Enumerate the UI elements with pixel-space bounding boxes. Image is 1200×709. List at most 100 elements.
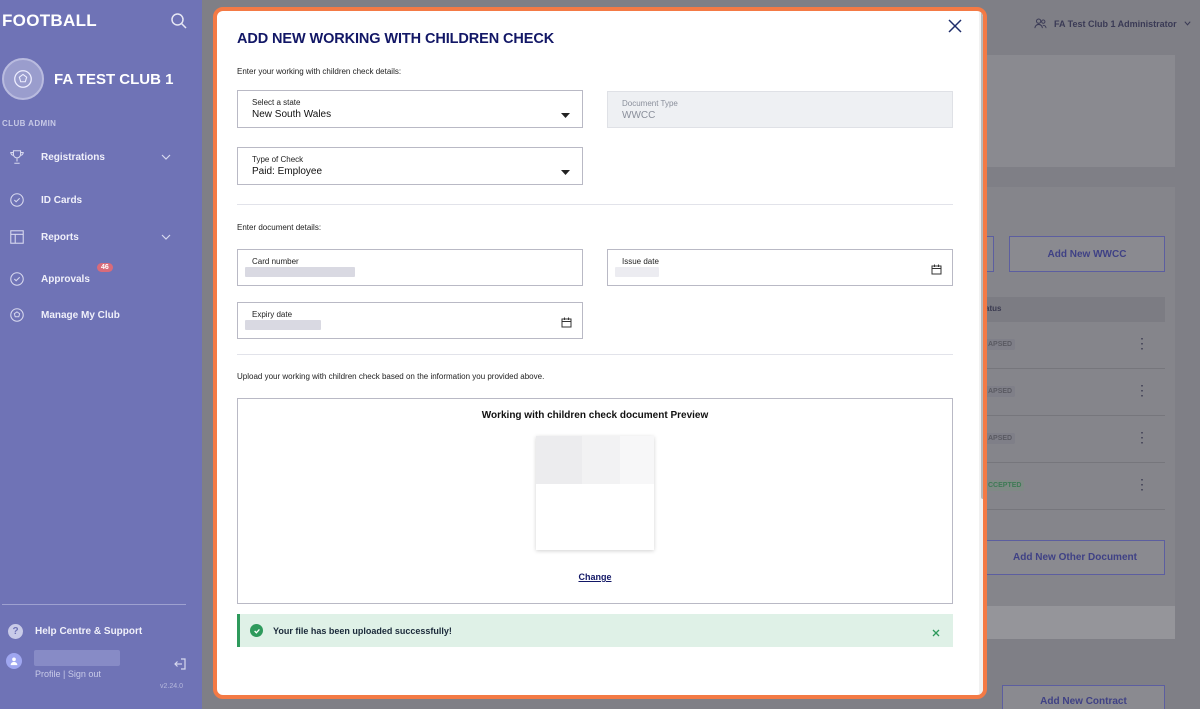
sidebar-item-approvals[interactable]: Approvals 46 xyxy=(8,263,188,289)
table-row: CCEPTED ⋮ xyxy=(985,464,1165,510)
upload-instructions: Upload your working with children check … xyxy=(237,372,545,381)
background-strip xyxy=(985,606,1175,639)
shield-check-icon xyxy=(8,270,26,288)
chevron-down-icon xyxy=(160,151,172,163)
more-options-icon[interactable]: ⋮ xyxy=(1135,476,1149,493)
shield-check-icon xyxy=(8,191,26,209)
document-type-label: Document Type xyxy=(622,99,678,108)
add-new-wwcc-button[interactable]: Add New WWCC xyxy=(1009,236,1165,272)
status-badge: APSED xyxy=(985,433,1016,444)
trophy-icon xyxy=(8,148,26,166)
profile-link[interactable]: Profile xyxy=(35,669,61,679)
users-icon xyxy=(1034,17,1047,30)
help-label: Help Centre & Support xyxy=(35,626,143,637)
profile-separator: | xyxy=(63,669,66,679)
sidebar-item-reports[interactable]: Reports xyxy=(8,227,188,247)
more-options-icon[interactable]: ⋮ xyxy=(1135,429,1149,446)
document-thumbnail xyxy=(536,436,654,550)
status-column-header: atus xyxy=(985,304,1002,313)
check-type-select[interactable]: Type of Check Paid: Employee xyxy=(237,147,583,185)
upload-success-alert: Your file has been uploaded successfully… xyxy=(237,614,953,647)
issue-date-label: Issue date xyxy=(622,257,659,266)
success-message: Your file has been uploaded successfully… xyxy=(273,625,452,636)
club-crest-icon xyxy=(2,58,44,100)
state-select-value: New South Wales xyxy=(252,109,332,120)
check-circle-icon xyxy=(250,624,263,637)
details-intro: Enter your working with children check d… xyxy=(237,67,402,76)
help-icon: ? xyxy=(8,624,23,639)
chevron-down-icon xyxy=(160,231,172,243)
expiry-date-label: Expiry date xyxy=(252,310,293,319)
table-row: APSED ⋮ xyxy=(985,417,1165,463)
caret-down-icon xyxy=(561,163,570,175)
card-number-redacted xyxy=(245,267,355,277)
sidebar-divider xyxy=(2,604,186,605)
divider xyxy=(237,354,953,355)
sidebar-item-label: Manage My Club xyxy=(41,309,120,321)
scrollbar-thumb[interactable] xyxy=(981,11,983,499)
sidebar-item-label: ID Cards xyxy=(41,194,83,206)
more-options-icon[interactable]: ⋮ xyxy=(1135,382,1149,399)
chevron-down-icon xyxy=(1183,19,1192,28)
sidebar: FOOTBALL FA TEST CLUB 1 CLUB ADMIN Regis… xyxy=(0,0,202,709)
close-icon[interactable] xyxy=(946,17,964,35)
sidebar-item-id-cards[interactable]: ID Cards xyxy=(8,190,188,210)
change-file-link[interactable]: Change xyxy=(238,572,952,582)
divider xyxy=(237,204,953,205)
document-preview-box: Working with children check document Pre… xyxy=(237,398,953,604)
calendar-icon[interactable] xyxy=(931,262,942,275)
sidebar-item-registrations[interactable]: Registrations xyxy=(8,147,188,167)
issue-date-redacted xyxy=(615,267,659,277)
app-version: v2.24.0 xyxy=(160,683,183,690)
user-role-label: FA Test Club 1 Administrator xyxy=(1054,18,1177,29)
club-name: FA TEST CLUB 1 xyxy=(54,70,174,88)
avatar[interactable] xyxy=(6,653,22,669)
expiry-date-field[interactable]: Expiry date xyxy=(237,302,583,339)
app-logo[interactable]: FOOTBALL xyxy=(2,11,97,31)
add-new-other-document-button[interactable]: Add New Other Document xyxy=(985,540,1165,575)
approvals-count-badge: 46 xyxy=(97,263,113,272)
close-icon[interactable] xyxy=(931,625,941,637)
expiry-date-redacted xyxy=(245,320,321,330)
club-header: FA TEST CLUB 1 xyxy=(2,56,173,102)
sidebar-section-label: CLUB ADMIN xyxy=(2,119,57,128)
sidebar-item-manage-my-club[interactable]: Manage My Club xyxy=(8,305,188,325)
issue-date-field[interactable]: Issue date xyxy=(607,249,953,286)
logout-icon[interactable] xyxy=(173,657,187,671)
document-type-value: WWCC xyxy=(622,110,656,121)
table-row: APSED ⋮ xyxy=(985,370,1165,416)
user-name-redacted xyxy=(34,650,120,666)
add-wwcc-modal: ADD NEW WORKING WITH CHILDREN CHECK Ente… xyxy=(213,7,987,699)
add-new-contract-button[interactable]: Add New Contract xyxy=(1002,685,1165,709)
user-menu[interactable]: FA Test Club 1 Administrator xyxy=(1034,17,1192,30)
status-badge: APSED xyxy=(985,339,1016,350)
sidebar-item-label: Approvals xyxy=(41,273,90,285)
calendar-icon[interactable] xyxy=(561,315,572,328)
caret-down-icon xyxy=(561,106,570,118)
table-row: APSED ⋮ xyxy=(985,323,1165,369)
background-card xyxy=(985,55,1175,167)
table-icon xyxy=(8,228,26,246)
help-centre-link[interactable]: ? Help Centre & Support xyxy=(8,624,142,639)
sidebar-item-label: Registrations xyxy=(41,151,105,163)
more-options-icon[interactable]: ⋮ xyxy=(1135,335,1149,352)
search-icon[interactable] xyxy=(170,12,188,30)
status-badge: CCEPTED xyxy=(985,480,1025,491)
table-header-row xyxy=(985,297,1165,322)
modal-scrollbar[interactable] xyxy=(979,11,983,695)
card-number-label: Card number xyxy=(252,257,299,266)
state-select-label: Select a state xyxy=(252,98,301,107)
card-number-field[interactable]: Card number xyxy=(237,249,583,286)
sign-out-link[interactable]: Sign out xyxy=(68,669,101,679)
preview-title: Working with children check document Pre… xyxy=(481,410,709,421)
state-select[interactable]: Select a state New South Wales xyxy=(237,90,583,128)
check-type-label: Type of Check xyxy=(252,155,304,164)
check-type-value: Paid: Employee xyxy=(252,166,323,177)
sidebar-item-label: Reports xyxy=(41,231,79,243)
profile-links: Profile | Sign out xyxy=(35,669,101,679)
document-details-label: Enter document details: xyxy=(237,223,322,232)
status-badge: APSED xyxy=(985,386,1016,397)
modal-title: ADD NEW WORKING WITH CHILDREN CHECK xyxy=(237,31,555,47)
document-type-field: Document Type WWCC xyxy=(607,91,953,128)
ball-icon xyxy=(8,306,26,324)
